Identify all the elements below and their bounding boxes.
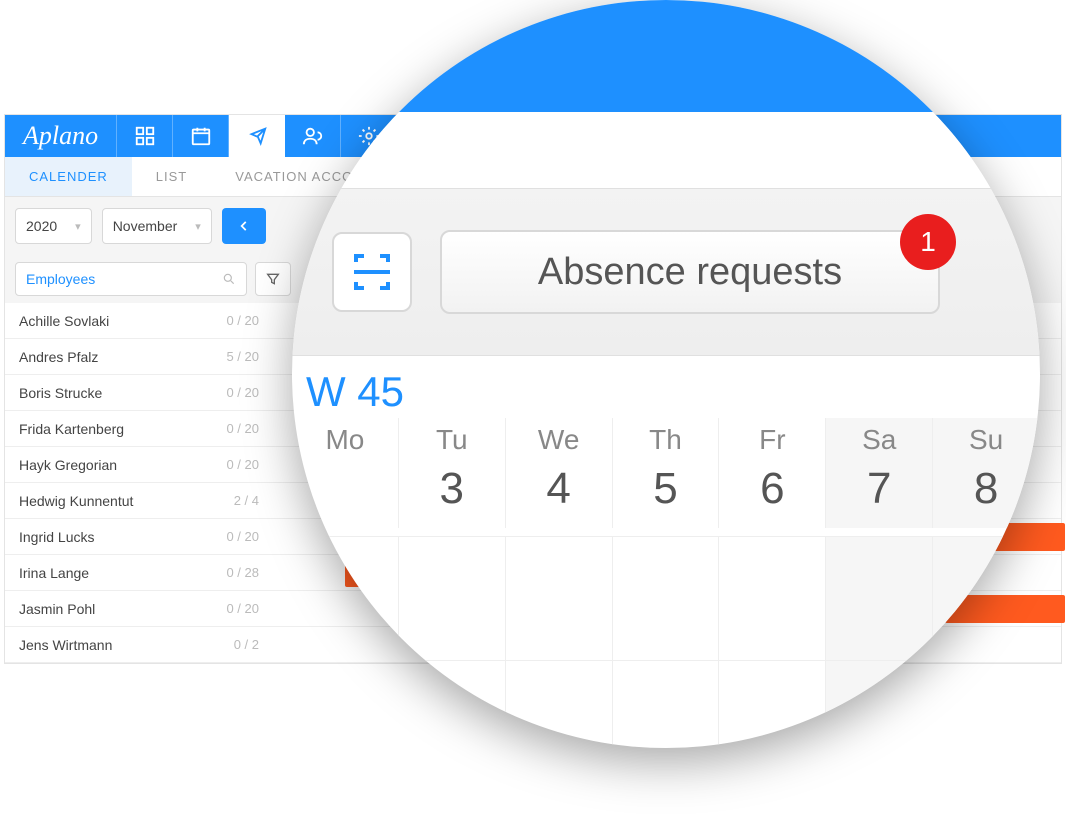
- day-header: Fr6: [719, 418, 826, 528]
- tab-calender[interactable]: CALENDER: [5, 157, 132, 196]
- day-header: Th5: [613, 418, 720, 528]
- grid-cell[interactable]: [399, 536, 506, 748]
- calendar-icon[interactable]: [173, 115, 229, 157]
- search-icon: [222, 272, 236, 286]
- absence-requests-button[interactable]: Absence requests 1: [440, 230, 940, 314]
- chevron-down-icon: ▾: [195, 220, 201, 233]
- scan-icon: [348, 248, 396, 296]
- calendar-grid: [292, 536, 1040, 748]
- employee-search[interactable]: [15, 262, 247, 296]
- search-input[interactable]: [26, 271, 222, 287]
- magnifier-tabstrip: [292, 112, 1040, 188]
- grid-cell[interactable]: [292, 536, 399, 748]
- magnifier-topbar: [292, 0, 1040, 112]
- grid-cell[interactable]: [506, 536, 613, 748]
- grid-divider: [292, 660, 1040, 661]
- brand-logo: Aplano: [5, 115, 117, 157]
- year-select[interactable]: 2020 ▾: [15, 208, 92, 244]
- day-header: Su8: [933, 418, 1040, 528]
- chevron-down-icon: ▾: [75, 220, 81, 233]
- day-header-row: Mo Tu3 We4 Th5 Fr6 Sa7 Su8: [292, 418, 1040, 528]
- grid-cell[interactable]: [933, 536, 1040, 748]
- absence-requests-label: Absence requests: [538, 251, 842, 294]
- month-value: November: [113, 218, 178, 234]
- scan-button[interactable]: [332, 232, 412, 312]
- grid-cell[interactable]: [719, 536, 826, 748]
- tab-list[interactable]: LIST: [132, 157, 211, 196]
- day-header: Sa7: [826, 418, 933, 528]
- plane-icon[interactable]: [229, 115, 285, 157]
- day-header: Mo: [292, 418, 399, 528]
- filter-icon: [265, 271, 281, 287]
- magnifier-toolbar: Absence requests 1: [292, 188, 1040, 356]
- day-header: Tu3: [399, 418, 506, 528]
- grid-cell[interactable]: [826, 536, 933, 748]
- filter-button[interactable]: [255, 262, 291, 296]
- magnifier-view: Absence requests 1 W 45 Mo Tu3 We4 Th5 F…: [292, 0, 1040, 748]
- grid-cell[interactable]: [613, 536, 720, 748]
- day-header: We4: [506, 418, 613, 528]
- year-value: 2020: [26, 218, 57, 234]
- notification-badge: 1: [900, 214, 956, 270]
- dashboard-icon[interactable]: [117, 115, 173, 157]
- prev-button[interactable]: [222, 208, 266, 244]
- month-select[interactable]: November ▾: [102, 208, 212, 244]
- week-label: W 45: [306, 368, 404, 416]
